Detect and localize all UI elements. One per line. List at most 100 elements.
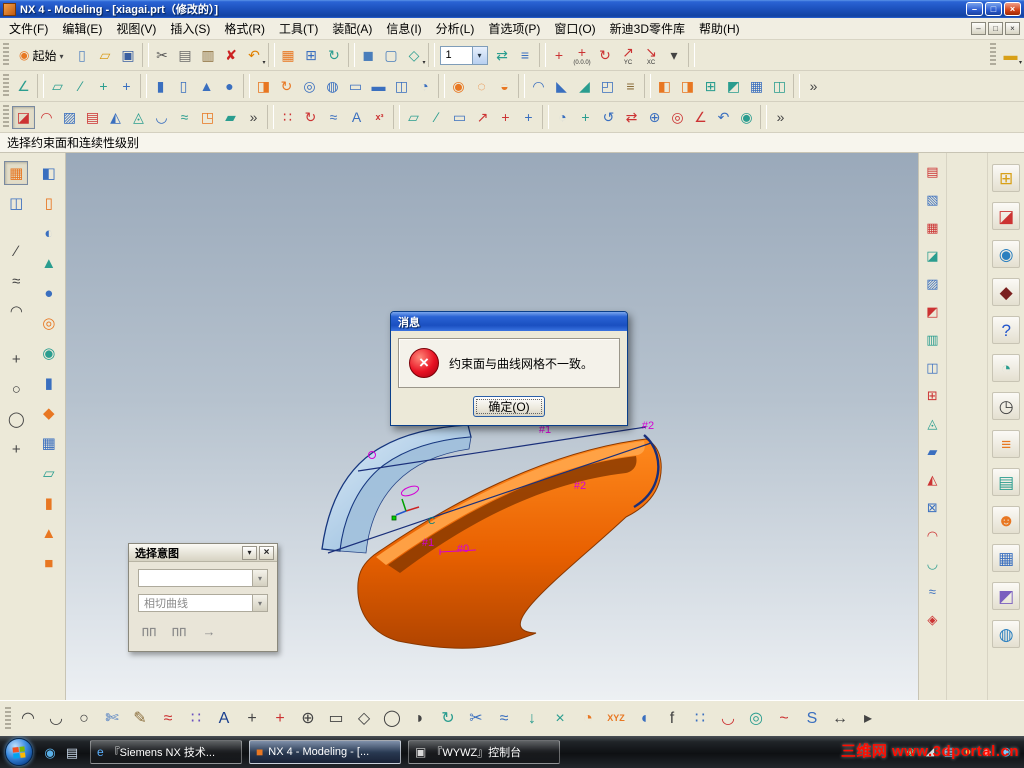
point-dialog-icon[interactable]: + [517,106,540,129]
surface-analysis-icon[interactable]: ◪ [992,202,1021,230]
feature-cone-icon[interactable]: ▲ [37,251,61,275]
through-curve-mesh-icon[interactable]: ◪ [12,105,35,129]
menu-item-1[interactable]: 编辑(E) [55,17,109,40]
fence-single-icon[interactable]: ∏∏ [138,621,160,641]
bridge-surface-icon[interactable]: ◡ [150,106,173,129]
surf-through-curves-icon[interactable]: ▧ [921,188,943,210]
more-features-icon[interactable]: » [802,75,825,98]
rectangle-icon[interactable]: ▭ [323,706,349,732]
task-list-icon[interactable]: ≡ [992,430,1021,458]
ok-button[interactable]: 确定(O) [473,396,545,417]
toolbar-grip[interactable] [5,706,11,731]
thread-icon[interactable]: ≡ [619,75,642,98]
slot-icon[interactable]: ◫ [390,75,413,98]
patch-icon[interactable]: ◩ [722,75,745,98]
surf-offset-icon[interactable]: ⊞ [921,384,943,406]
maximize-button[interactable] [985,2,1002,16]
menu-item-7[interactable]: 信息(I) [379,17,428,40]
edge-blend-icon[interactable]: ◠ [527,75,550,98]
surf-enlarge-icon[interactable]: ◭ [921,468,943,490]
fit-window-icon[interactable]: ⇄ [620,106,643,129]
menu-item-4[interactable]: 格式(R) [217,17,272,40]
point-set-icon[interactable]: ∷ [276,106,299,129]
feature-cone2-icon[interactable]: ▲ [37,521,61,545]
extrude-icon[interactable]: ◨ [252,75,275,98]
text-tool-icon[interactable]: A [211,706,237,732]
paste-icon[interactable]: ▥ [197,44,220,67]
offset-surface-icon[interactable]: ≈ [173,106,196,129]
apply-arrow-icon[interactable]: → [198,621,220,641]
csys-tool-icon[interactable]: + [494,106,517,129]
toolbar-grip[interactable] [3,74,9,98]
conic-icon[interactable]: ◗ [407,706,433,732]
feature-gem-icon[interactable]: ◆ [37,401,61,425]
feature-swirl-icon[interactable]: ◉ [37,341,61,365]
pattern-curve-icon[interactable]: ∷ [687,706,713,732]
surf-fillet-icon[interactable]: ◠ [921,524,943,546]
training-icon[interactable]: ◆ [992,278,1021,306]
text-curve-icon[interactable]: A [345,106,368,129]
menu-item-2[interactable]: 视图(V) [109,17,163,40]
ellipse-tool-icon[interactable]: ◯ [4,407,28,431]
clock-icon[interactable]: ◷ [992,392,1021,420]
point-star-icon[interactable]: + [267,706,293,732]
surf-face-blend-icon[interactable]: ◡ [921,552,943,574]
combo-arrow-icon[interactable] [252,570,267,586]
overflow-left-icon[interactable]: » [242,106,265,129]
edit-curve-icon[interactable]: ✎ [127,706,153,732]
subtract-icon[interactable]: ◌ [470,75,493,98]
shaded-view-icon[interactable]: ◼ [357,44,380,67]
feature-torus-icon[interactable]: ◎ [37,311,61,335]
shell-icon[interactable]: ◰ [596,75,619,98]
quick-launch-desktop-icon[interactable]: ▤ [62,742,82,762]
expression-icon[interactable]: x³ [368,106,391,129]
chamfer-icon[interactable]: ◣ [550,75,573,98]
surf-trim-icon[interactable]: ⊠ [921,496,943,518]
measure-ruler-icon[interactable]: ▬ ▾ [999,44,1023,67]
unite-icon[interactable]: ◉ [447,75,470,98]
surf-global-shaping-icon[interactable]: ◈ [921,608,943,630]
scissors-icon[interactable]: ✂ [463,706,489,732]
wcs-dynamics-icon[interactable]: + [548,44,571,67]
intersect-icon[interactable]: ◒ [493,75,516,98]
menu-item-5[interactable]: 工具(T) [272,17,325,40]
work-layer-combo[interactable]: 1 [439,45,488,65]
taskbar-button-nx[interactable]: ■ NX 4 - Modeling - [... [249,740,401,764]
split-body-icon[interactable]: ◨ [676,75,699,98]
polygon-icon[interactable]: ◇ [351,706,377,732]
hole-icon[interactable]: ◎ [298,75,321,98]
web-browser-icon[interactable]: ◉ [992,240,1021,268]
mdi-minimize-button[interactable] [971,22,986,35]
surf-law-extension-icon[interactable]: ▰ [921,440,943,462]
feature-pad-icon[interactable]: ▮ [37,371,61,395]
plane-tool-icon[interactable]: ▭ [448,106,471,129]
cylinder-icon[interactable]: ▯ [172,75,195,98]
toolbar-grip[interactable] [3,43,9,67]
angle-icon[interactable]: ∠ [689,106,712,129]
surface-curve-icon[interactable]: ◖ [631,706,657,732]
datum-axis-tool-icon[interactable]: ∕ [425,106,448,129]
law-curve-icon[interactable]: ≈ [322,106,345,129]
point-tool-icon[interactable]: + [239,706,265,732]
cone-icon[interactable]: ▲ [195,75,218,98]
wcs-orient-yc-icon[interactable]: ↗ YC [617,44,640,67]
palette-close-button[interactable] [259,545,274,560]
orient-view-icon[interactable]: ↶ [712,106,735,129]
perspective-icon[interactable]: ⊕ [643,106,666,129]
datum-plane-tool-icon[interactable]: ▱ [402,106,425,129]
smooth-spline-icon[interactable]: S [799,706,825,732]
simplify-curve-icon[interactable]: ~ [771,706,797,732]
more-tools-icon[interactable]: » [769,106,792,129]
new-file-icon[interactable]: ▯ [71,44,94,67]
project-curve-icon[interactable]: ↓ [519,706,545,732]
circle-icon[interactable]: ○ [71,706,97,732]
fence-chain-icon[interactable]: ∏∏ [168,621,190,641]
layer-settings-icon[interactable]: ≡ [514,44,537,67]
wcs-rotate-icon[interactable]: ↻ [594,44,617,67]
feature-cube-icon[interactable]: ■ [37,551,61,575]
wcs-orient-xc-icon[interactable]: ↘ XC [640,44,663,67]
sketch-icon[interactable]: ∠ [12,75,35,98]
bounded-plane-icon[interactable]: ▰ [219,106,242,129]
feature-tube-icon[interactable]: ▮ [37,491,61,515]
menu-item-10[interactable]: 窗口(O) [547,17,602,40]
